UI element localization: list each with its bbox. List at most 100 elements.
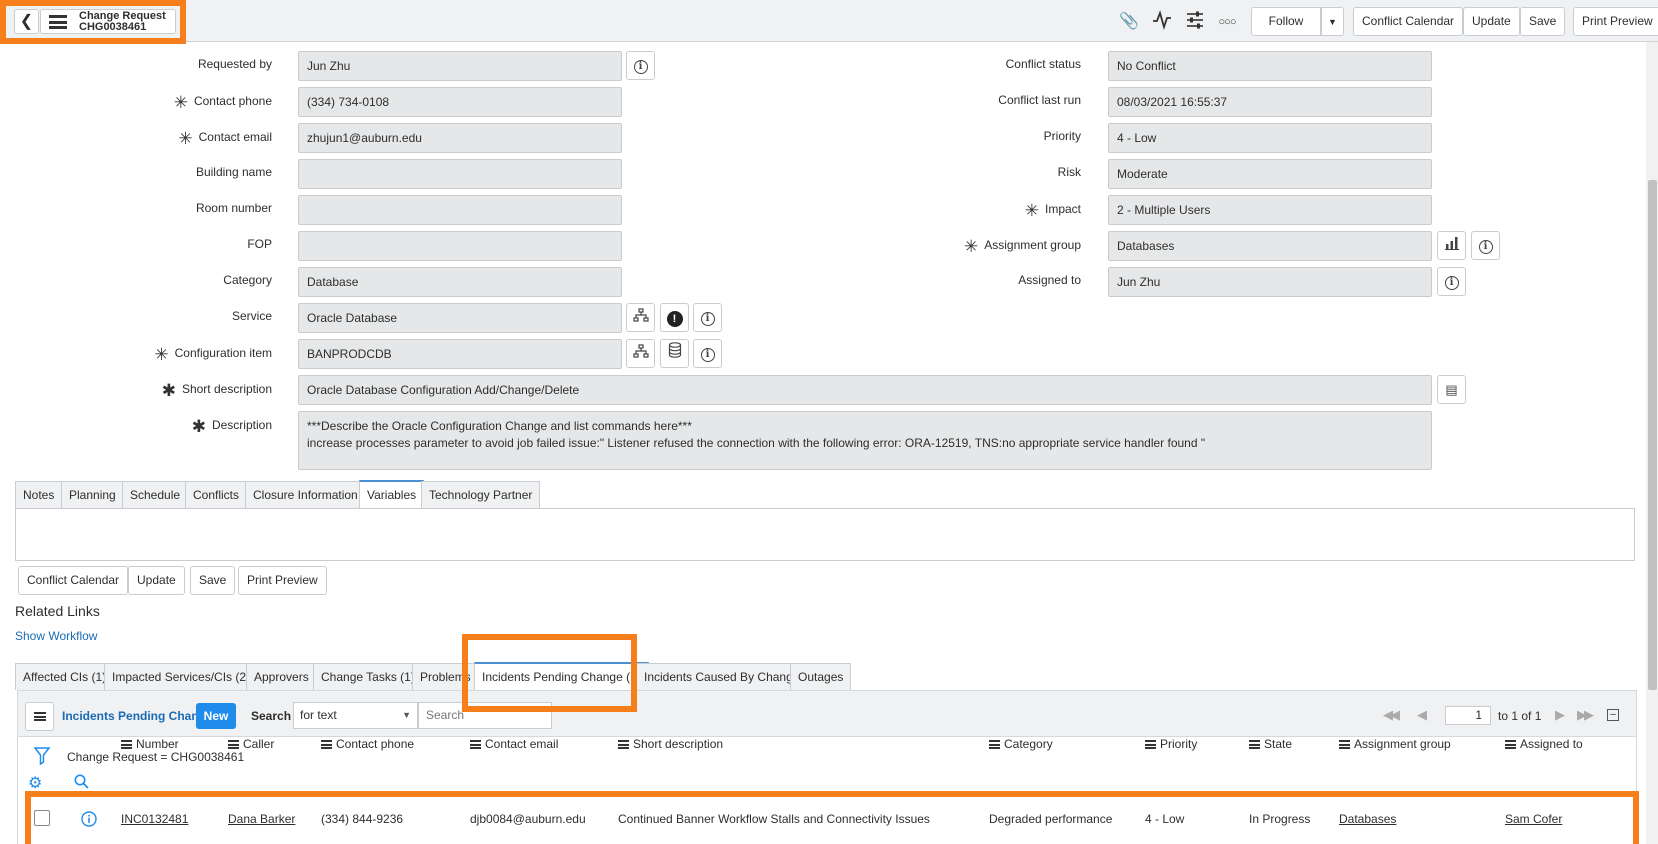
sliders-icon[interactable]	[1183, 10, 1207, 34]
previous-page-icon[interactable]: ◀	[1417, 707, 1427, 723]
tab-conflicts[interactable]: Conflicts	[185, 481, 248, 508]
tab-variables[interactable]: Variables	[359, 480, 425, 508]
first-page-icon[interactable]: ◀◀	[1383, 707, 1400, 723]
related-tab-impacted-services-cis[interactable]: Impacted Services/CIs (2)	[104, 663, 259, 690]
search-placeholder: Search	[426, 708, 465, 722]
conflict-last-run-field[interactable]: 08/03/2021 16:55:37	[1108, 87, 1432, 117]
list-menu-button[interactable]	[25, 702, 54, 731]
column-menu-icon	[1339, 740, 1350, 749]
info-button[interactable]: i	[1471, 231, 1500, 260]
description-field[interactable]: ***Describe the Oracle Configuration Cha…	[298, 411, 1432, 470]
conflict-status-field[interactable]: No Conflict	[1108, 51, 1432, 81]
conflict-calendar-button[interactable]: Conflict Calendar	[1353, 7, 1464, 36]
configuration-item-label: ✳ Configuration item	[154, 345, 272, 364]
print-preview-bottom-button[interactable]: Print Preview	[238, 566, 327, 595]
show-workflow-link[interactable]: Show Workflow	[15, 629, 97, 643]
dependency-map-button[interactable]	[626, 339, 655, 368]
column-header-state[interactable]: State	[1249, 737, 1292, 751]
row-checkbox[interactable]	[34, 810, 50, 826]
column-header-priority[interactable]: Priority	[1145, 737, 1197, 751]
follow-dropdown-button[interactable]: ▼	[1321, 7, 1344, 36]
assignment-group-field[interactable]: Databases	[1108, 231, 1432, 261]
personalize-gear-icon[interactable]: ⚙	[28, 773, 42, 793]
column-header-category[interactable]: Category	[989, 737, 1053, 751]
context-menu-button[interactable]: Change Request CHG0038461	[40, 9, 176, 34]
dependency-map-button[interactable]	[626, 303, 655, 332]
info-button[interactable]: i	[693, 339, 722, 368]
info-button[interactable]: i	[1437, 267, 1466, 296]
list-title[interactable]: Incidents Pending Change	[62, 709, 213, 723]
service-field[interactable]: Oracle Database	[298, 303, 622, 333]
contact-email-field[interactable]: zhujun1@auburn.edu	[298, 123, 622, 153]
column-header-caller[interactable]: Caller	[228, 737, 274, 751]
more-icon[interactable]: ○○○	[1215, 10, 1239, 34]
print-preview-button[interactable]: Print Preview	[1573, 7, 1658, 36]
page-input[interactable]: 1	[1445, 706, 1491, 725]
page-scroll-thumb[interactable]	[1648, 180, 1657, 690]
related-tab-approvers[interactable]: Approvers	[246, 663, 317, 690]
category-field[interactable]: Database	[298, 267, 622, 297]
tab-notes[interactable]: Notes	[15, 481, 63, 508]
column-header-short-description[interactable]: Short description	[618, 737, 723, 751]
filter-icon[interactable]	[33, 747, 51, 768]
related-tab-affected-cis[interactable]: Affected CIs (1)	[15, 663, 115, 690]
related-tab-outages[interactable]: Outages	[790, 663, 852, 690]
risk-field[interactable]: Moderate	[1108, 159, 1432, 189]
priority-field[interactable]: 4 - Low	[1108, 123, 1432, 153]
room-number-field[interactable]	[298, 195, 622, 225]
column-header-number[interactable]: Number	[121, 737, 179, 751]
follow-button[interactable]: Follow	[1251, 7, 1321, 36]
info-button[interactable]: i	[626, 51, 655, 80]
column-header-assigned-to[interactable]: Assigned to	[1505, 737, 1583, 751]
new-button[interactable]: New	[196, 703, 236, 729]
conflict-calendar-bottom-button[interactable]: Conflict Calendar	[18, 566, 129, 595]
collapse-icon[interactable]: –	[1607, 709, 1619, 721]
search-input[interactable]: Search	[418, 702, 552, 729]
requested-by-field[interactable]: Jun Zhu	[298, 51, 622, 81]
save-button[interactable]: Save	[1520, 7, 1566, 36]
related-tab-incidents-pending-change[interactable]: Incidents Pending Change (1)	[474, 662, 649, 690]
cell-assignment-group[interactable]: Databases	[1339, 812, 1396, 826]
cell-assigned-to[interactable]: Sam Cofer	[1505, 812, 1562, 826]
update-bottom-button[interactable]: Update	[128, 566, 185, 595]
ci-details-button[interactable]	[660, 339, 689, 368]
fop-field[interactable]	[298, 231, 622, 261]
next-page-icon[interactable]: ▶	[1555, 707, 1565, 723]
tab-closure-information[interactable]: Closure Information	[245, 481, 366, 508]
required-asterisk-icon: ✱	[191, 417, 206, 436]
assigned-to-field[interactable]: Jun Zhu	[1108, 267, 1432, 297]
alert-button[interactable]: !	[660, 303, 689, 332]
paperclip-icon[interactable]: 📎	[1117, 10, 1141, 34]
tab-schedule[interactable]: Schedule	[122, 481, 189, 508]
short-description-field[interactable]: Oracle Database Configuration Add/Change…	[298, 375, 1432, 405]
search-field-select[interactable]: for text ▼	[293, 702, 418, 729]
column-header-contact-email[interactable]: Contact email	[470, 737, 558, 751]
cell-category: Degraded performance	[989, 812, 1113, 826]
template-icon[interactable]: ▤	[1437, 375, 1466, 404]
activity-icon[interactable]	[1150, 10, 1174, 34]
contact-phone-field[interactable]: (334) 734-0108	[298, 87, 622, 117]
building-name-field[interactable]	[298, 159, 622, 189]
related-tab-incidents-caused-by-change[interactable]: Incidents Caused By Change	[636, 663, 808, 690]
tab-planning[interactable]: Planning	[61, 481, 124, 508]
save-bottom-button[interactable]: Save	[190, 566, 236, 595]
cell-number[interactable]: INC0132481	[121, 812, 188, 826]
group-report-button[interactable]	[1437, 231, 1466, 260]
column-menu-icon	[1505, 740, 1516, 749]
last-page-icon[interactable]: ▶▶	[1577, 707, 1594, 723]
column-header-assignment-group[interactable]: Assignment group	[1339, 737, 1451, 751]
column-search-icon[interactable]	[74, 774, 89, 792]
column-menu-icon	[618, 740, 629, 749]
related-tab-change-tasks[interactable]: Change Tasks (1)	[313, 663, 423, 690]
cell-caller[interactable]: Dana Barker	[228, 812, 295, 826]
configuration-item-field[interactable]: BANPRODCDB	[298, 339, 622, 369]
tab-technology-partner[interactable]: Technology Partner	[421, 481, 541, 508]
column-header-contact-phone[interactable]: Contact phone	[321, 737, 414, 751]
update-button[interactable]: Update	[1463, 7, 1520, 36]
row-info-icon[interactable]	[81, 811, 97, 830]
back-button[interactable]: ❮	[14, 9, 39, 34]
impact-field[interactable]: 2 - Multiple Users	[1108, 195, 1432, 225]
filter-breadcrumb[interactable]: Change Request = CHG0038461	[67, 750, 244, 764]
related-tab-problems[interactable]: Problems	[412, 663, 479, 690]
info-button[interactable]: i	[693, 303, 722, 332]
